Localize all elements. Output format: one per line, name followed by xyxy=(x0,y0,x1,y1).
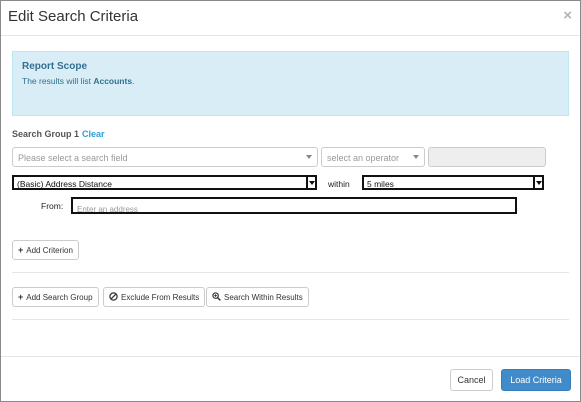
search-group-title: Search Group 1 xyxy=(12,129,80,139)
distance-radius-value: 5 miles xyxy=(367,179,394,189)
plus-icon: + xyxy=(18,244,24,255)
divider xyxy=(12,272,569,273)
report-scope-title: Report Scope xyxy=(22,61,88,72)
chevron-down-icon[interactable] xyxy=(533,175,544,190)
operator-select[interactable]: select an operator xyxy=(321,147,425,167)
scope-text-prefix: The results will list xyxy=(22,76,94,86)
plus-icon: + xyxy=(18,291,24,302)
search-within-results-button[interactable]: Search Within Results xyxy=(206,287,309,307)
distance-field-select[interactable]: (Basic) Address Distance xyxy=(12,175,317,190)
close-icon[interactable]: × xyxy=(563,7,572,24)
address-input[interactable] xyxy=(73,203,507,216)
divider xyxy=(12,319,569,320)
criterion-value-input xyxy=(428,147,546,167)
modal-footer-divider xyxy=(1,356,580,357)
report-scope-alert: Report Scope The results will list Accou… xyxy=(12,51,569,116)
exclude-from-results-label: Exclude From Results xyxy=(121,292,200,302)
search-group-label: Search Group 1 Clear xyxy=(12,129,105,139)
search-field-placeholder: Please select a search field xyxy=(18,153,128,163)
scope-entity: Accounts xyxy=(93,76,133,86)
add-criterion-label: Add Criterion xyxy=(26,245,73,255)
distance-field-value: (Basic) Address Distance xyxy=(17,179,112,189)
search-field-select[interactable]: Please select a search field xyxy=(12,147,318,167)
modal-header: Edit Search Criteria × xyxy=(1,1,580,36)
address-field-wrapper xyxy=(71,197,517,216)
report-scope-text: The results will list Accounts. xyxy=(22,76,134,86)
chevron-down-icon[interactable] xyxy=(306,175,317,190)
load-criteria-button[interactable]: Load Criteria xyxy=(501,369,571,391)
add-criterion-button[interactable]: + Add Criterion xyxy=(12,240,79,260)
add-search-group-button[interactable]: + Add Search Group xyxy=(12,287,99,307)
chevron-down-icon xyxy=(413,155,419,159)
scope-text-suffix: . xyxy=(132,76,135,86)
search-within-results-label: Search Within Results xyxy=(224,292,303,302)
edit-search-criteria-dialog: Edit Search Criteria × Report Scope The … xyxy=(0,0,581,402)
ban-icon xyxy=(109,291,118,303)
cancel-button[interactable]: Cancel xyxy=(450,369,493,391)
modal-title: Edit Search Criteria xyxy=(8,8,139,25)
clear-group-link[interactable]: Clear xyxy=(82,129,105,139)
chevron-down-icon xyxy=(306,155,312,159)
operator-placeholder: select an operator xyxy=(327,153,400,163)
within-label: within xyxy=(328,179,350,189)
from-label: From: xyxy=(41,201,64,211)
exclude-from-results-button[interactable]: Exclude From Results xyxy=(103,287,206,307)
add-search-group-label: Add Search Group xyxy=(26,292,93,302)
distance-radius-select[interactable]: 5 miles xyxy=(362,175,544,190)
zoom-in-icon xyxy=(212,291,221,303)
